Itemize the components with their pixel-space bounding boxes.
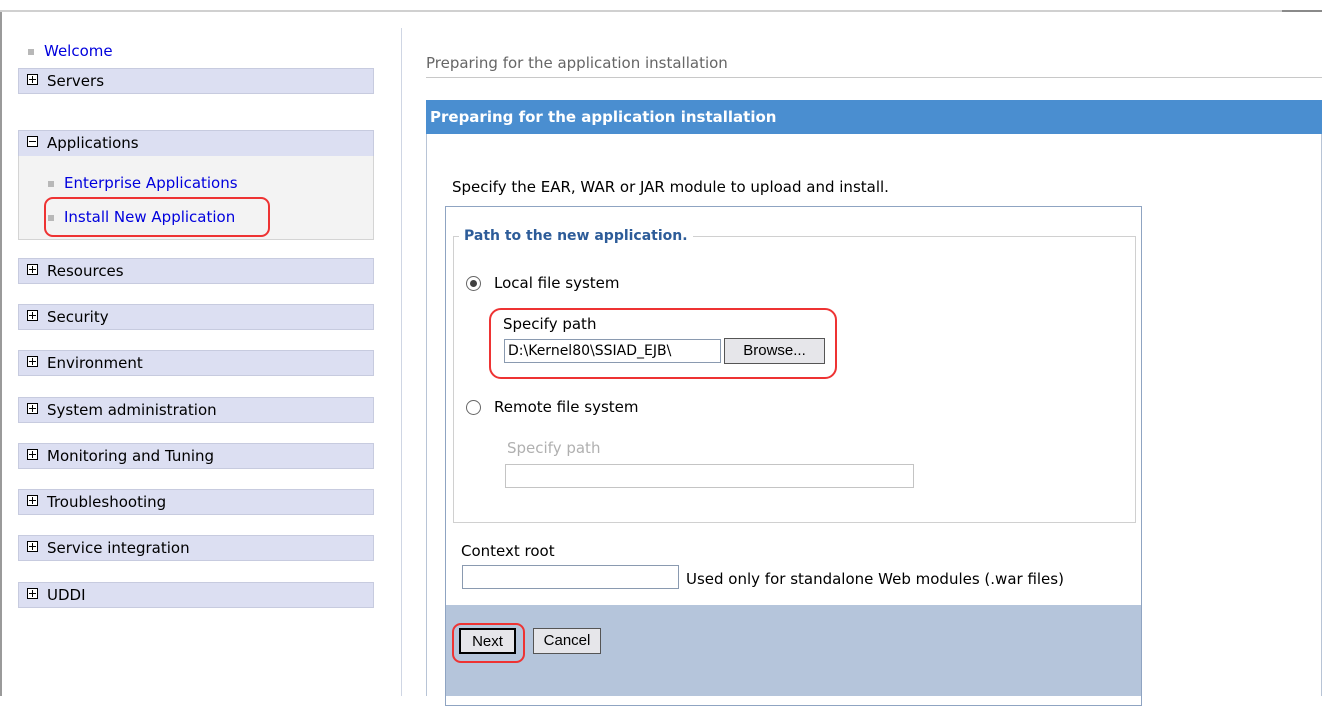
nav-item-label: UDDI [47, 586, 86, 604]
page-breadcrumb: Preparing for the application installati… [426, 54, 728, 72]
top-rule [0, 10, 1322, 12]
local-file-system-label: Local file system [494, 274, 620, 292]
highlight-callout-next [452, 623, 525, 663]
cancel-button[interactable]: Cancel [533, 628, 601, 654]
nav-item-welcome: Welcome [28, 41, 113, 61]
fieldset-legend: Path to the new application. [459, 228, 693, 244]
collapse-icon[interactable] [27, 136, 38, 147]
nav-item-troubleshooting[interactable]: Troubleshooting [18, 489, 374, 515]
local-file-system-radio[interactable] [466, 276, 481, 291]
context-root-hint: Used only for standalone Web modules (.w… [686, 570, 1064, 588]
remote-file-system-radio[interactable] [466, 400, 481, 415]
nav-item-label: Environment [47, 354, 143, 372]
expand-icon[interactable] [27, 264, 38, 275]
context-root-label: Context root [461, 542, 555, 560]
remote-path-label: Specify path [507, 439, 601, 457]
intro-text: Specify the EAR, WAR or JAR module to up… [452, 178, 889, 196]
nav-item-label: Service integration [47, 539, 190, 557]
top-rule-accent [1282, 10, 1322, 12]
expand-icon[interactable] [27, 403, 38, 414]
nav-item-label: System administration [47, 401, 217, 419]
nav-item-label: Applications [47, 134, 139, 152]
nav-item-security[interactable]: Security [18, 304, 374, 330]
context-root-input[interactable] [462, 565, 679, 589]
enterprise-applications-link[interactable]: Enterprise Applications [64, 174, 238, 192]
left-edge [0, 12, 2, 696]
nav-item-label: Servers [47, 72, 105, 90]
nav-item-resources[interactable]: Resources [18, 258, 374, 284]
breadcrumb-divider [426, 77, 1322, 78]
nav-item-environment[interactable]: Environment [18, 350, 374, 376]
expand-icon[interactable] [27, 541, 38, 552]
nav-item-monitoring-and-tuning[interactable]: Monitoring and Tuning [18, 443, 374, 469]
expand-icon[interactable] [27, 74, 38, 85]
nav-item-label: Monitoring and Tuning [47, 447, 215, 465]
sub-item-enterprise-applications: Enterprise Applications [48, 172, 238, 194]
bullet-icon [28, 48, 34, 55]
expand-icon[interactable] [27, 495, 38, 506]
nav-item-system-administration[interactable]: System administration [18, 397, 374, 423]
expand-icon[interactable] [27, 356, 38, 367]
nav-item-label: Security [47, 308, 109, 326]
highlight-callout-path [489, 308, 837, 379]
nav-item-service-integration[interactable]: Service integration [18, 535, 374, 561]
nav-item-servers[interactable]: Servers [18, 68, 374, 94]
expand-icon[interactable] [27, 310, 38, 321]
welcome-link[interactable]: Welcome [44, 42, 113, 60]
remote-file-system-label: Remote file system [494, 398, 639, 416]
nav-item-uddi[interactable]: UDDI [18, 582, 374, 608]
expand-icon[interactable] [27, 588, 38, 599]
panel-title: Preparing for the application installati… [426, 100, 1322, 134]
highlight-callout-install [44, 197, 270, 237]
nav-item-label: Troubleshooting [47, 493, 167, 511]
nav-item-applications[interactable]: Applications [18, 130, 374, 157]
remote-path-input[interactable] [505, 464, 914, 488]
nav-divider [401, 28, 402, 696]
bullet-icon [48, 180, 54, 187]
expand-icon[interactable] [27, 449, 38, 460]
nav-item-label: Resources [47, 262, 124, 280]
